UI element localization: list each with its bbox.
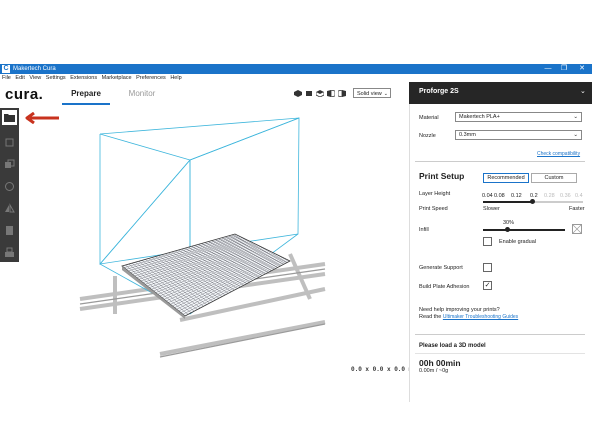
adhesion-checkbox[interactable]: ✓ xyxy=(483,281,492,290)
layer-height-option[interactable]: 0.12 xyxy=(511,193,522,199)
menu-marketplace[interactable]: Marketplace xyxy=(102,75,132,81)
help-text: Need help improving your prints? xyxy=(419,307,500,313)
tab-prepare[interactable]: Prepare xyxy=(62,86,110,105)
material-select[interactable]: Makertech PLA+ ⌄ xyxy=(455,112,582,122)
divider xyxy=(415,353,585,354)
gradual-infill-checkbox[interactable] xyxy=(483,237,492,246)
support-checkbox[interactable] xyxy=(483,263,492,272)
check-compatibility-link[interactable]: Check compatibility xyxy=(537,151,580,157)
speed-faster-label: Faster xyxy=(569,206,585,212)
folder-icon xyxy=(4,114,15,122)
view-top-icon[interactable] xyxy=(316,90,324,97)
help-text-prefix: Read the xyxy=(419,314,442,320)
menu-bar: File Edit View Settings Extensions Marke… xyxy=(0,74,592,82)
scale-tool[interactable] xyxy=(2,157,17,172)
open-file-button[interactable] xyxy=(2,110,17,125)
support-blocker-icon xyxy=(5,247,14,257)
layer-height-option[interactable]: 0.08 xyxy=(494,193,505,199)
nozzle-value: 0.3mm xyxy=(459,132,476,138)
infill-label: Infill xyxy=(419,227,429,233)
minimize-button[interactable]: — xyxy=(540,64,556,74)
app-icon: C xyxy=(2,65,10,73)
layer-height-option[interactable]: 0.28 xyxy=(544,193,555,199)
divider xyxy=(415,334,585,335)
move-icon xyxy=(5,138,14,147)
close-button[interactable]: ✕ xyxy=(574,64,590,74)
menu-view[interactable]: View xyxy=(29,75,41,81)
settings-icon xyxy=(6,226,13,235)
chevron-down-icon: ⌄ xyxy=(580,88,586,95)
tab-monitor[interactable]: Monitor xyxy=(118,86,166,103)
title-bar: C Makertech Cura — ❐ ✕ xyxy=(0,64,592,74)
model-dimensions: 0.0 x 0.0 x 0.0 mm xyxy=(351,366,416,373)
menu-file[interactable]: File xyxy=(2,75,11,81)
view-3d-icon[interactable] xyxy=(294,90,302,97)
window-title: Makertech Cura xyxy=(13,66,56,72)
chevron-down-icon: ⌄ xyxy=(573,114,578,120)
rotate-icon xyxy=(5,182,14,191)
material-value: Makertech PLA+ xyxy=(459,114,500,120)
infill-slider-track[interactable] xyxy=(483,229,565,231)
infill-pattern-icon xyxy=(572,224,582,234)
menu-edit[interactable]: Edit xyxy=(15,75,24,81)
adhesion-label: Build Plate Adhesion xyxy=(419,284,470,290)
move-tool[interactable] xyxy=(2,135,17,150)
nozzle-select[interactable]: 0.3mm ⌄ xyxy=(455,130,582,140)
mirror-tool[interactable] xyxy=(2,201,17,216)
infill-value: 30% xyxy=(503,220,515,226)
view-mode-select[interactable]: Solid view ⌄ xyxy=(353,88,391,98)
build-volume-viewport[interactable] xyxy=(20,104,408,384)
mirror-icon xyxy=(5,203,15,213)
divider xyxy=(415,161,585,162)
menu-preferences[interactable]: Preferences xyxy=(136,75,166,81)
cura-logo: cura. xyxy=(5,86,44,103)
layer-height-option[interactable]: 0.4 xyxy=(575,193,583,199)
support-blocker-tool[interactable] xyxy=(2,245,17,260)
support-label: Generate Support xyxy=(419,265,463,271)
menu-settings[interactable]: Settings xyxy=(46,75,66,81)
material-estimate: 0.00m / ~0g xyxy=(419,368,449,374)
help-text-read: Read the Ultimaker Troubleshooting Guide… xyxy=(419,314,518,320)
per-model-settings-tool[interactable] xyxy=(2,223,17,238)
menu-help[interactable]: Help xyxy=(170,75,181,81)
view-front-icon[interactable] xyxy=(305,90,313,97)
print-speed-label: Print Speed xyxy=(419,206,448,212)
print-setup-title: Print Setup xyxy=(419,171,465,181)
layer-height-option[interactable]: 0.36 xyxy=(560,193,571,199)
layer-height-fill xyxy=(483,201,532,203)
print-time-estimate: 00h 00min xyxy=(419,358,461,368)
layer-height-slider-handle[interactable] xyxy=(530,199,535,204)
gradual-infill-label: Enable gradual xyxy=(499,239,537,245)
load-model-message: Please load a 3D model xyxy=(419,343,486,349)
rotate-tool[interactable] xyxy=(2,179,17,194)
chevron-down-icon: ⌄ xyxy=(573,132,578,138)
menu-extensions[interactable]: Extensions xyxy=(70,75,97,81)
view-right-icon[interactable] xyxy=(338,90,346,97)
maximize-button[interactable]: ❐ xyxy=(556,64,572,74)
troubleshooting-link[interactable]: Ultimaker Troubleshooting Guides xyxy=(443,314,518,320)
speed-slower-label: Slower xyxy=(483,206,500,212)
view-mode-value: Solid view xyxy=(357,91,382,97)
scale-icon xyxy=(5,159,15,168)
recommended-mode-button[interactable]: Recommended xyxy=(483,173,529,183)
chevron-down-icon: ⌄ xyxy=(383,91,388,97)
nozzle-label: Nozzle xyxy=(419,133,436,139)
layer-height-label: Layer Height xyxy=(419,191,451,197)
layer-height-option[interactable]: 0.04 xyxy=(482,193,493,199)
custom-mode-button[interactable]: Custom xyxy=(531,173,577,183)
material-label: Material xyxy=(419,115,439,121)
view-left-icon[interactable] xyxy=(327,90,335,97)
printer-name: Proforge 2S xyxy=(419,88,459,95)
